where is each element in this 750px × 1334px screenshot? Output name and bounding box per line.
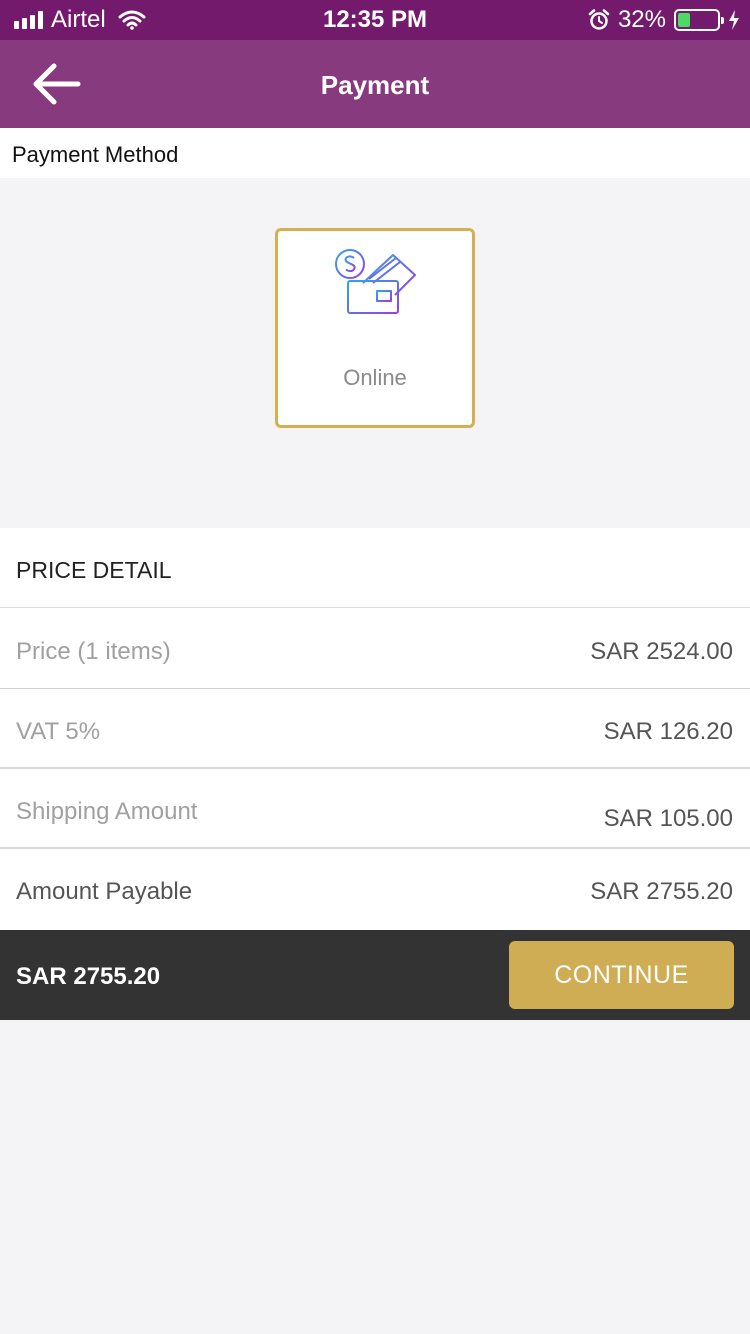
charging-bolt-icon bbox=[729, 10, 739, 30]
price-row-items: Price (1 items) SAR 2524.00 bbox=[0, 609, 750, 689]
price-row-value: SAR 105.00 bbox=[603, 805, 733, 832]
checkout-bar: SAR 2755.20 CONTINUE bbox=[0, 930, 750, 1020]
battery-level bbox=[678, 13, 691, 27]
online-payment-icon bbox=[335, 249, 416, 314]
price-row-label: Amount Payable bbox=[16, 878, 193, 905]
arrow-left-icon bbox=[33, 63, 81, 105]
price-row-value: SAR 2755.20 bbox=[590, 878, 733, 905]
price-row-amount-payable: Amount Payable SAR 2755.20 bbox=[0, 849, 750, 929]
payment-option-online[interactable]: Online bbox=[275, 228, 475, 428]
price-detail-header: PRICE DETAIL bbox=[0, 528, 750, 608]
price-row-shipping: Shipping Amount SAR 105.00 bbox=[0, 769, 750, 849]
back-button[interactable] bbox=[26, 56, 86, 112]
payment-method-header: Payment Method bbox=[0, 128, 750, 178]
price-row-value: SAR 2524.00 bbox=[590, 638, 733, 665]
battery-percent: 32% bbox=[617, 6, 666, 33]
continue-button[interactable]: CONTINUE bbox=[509, 941, 734, 1009]
alarm-clock-icon bbox=[588, 9, 610, 30]
price-row-label: Price (1 items) bbox=[16, 638, 171, 665]
status-right: 32% bbox=[588, 6, 740, 34]
price-row-label: VAT 5% bbox=[16, 718, 101, 745]
price-row-value: SAR 126.20 bbox=[603, 718, 733, 745]
status-bar: Airtel 12:35 PM 32% bbox=[0, 0, 750, 40]
app-bar: Payment bbox=[0, 40, 750, 128]
payment-method-options: Online bbox=[0, 178, 750, 528]
price-detail-title: PRICE DETAIL bbox=[16, 557, 172, 583]
price-detail-section: PRICE DETAIL Price (1 items) SAR 2524.00… bbox=[0, 528, 750, 930]
payment-method-label: Payment Method bbox=[12, 142, 179, 167]
price-row-label: Shipping Amount bbox=[16, 798, 198, 825]
battery-icon bbox=[674, 9, 724, 31]
price-row-vat: VAT 5% SAR 126.20 bbox=[0, 689, 750, 769]
total-amount: SAR 2755.20 bbox=[16, 963, 161, 990]
payment-option-label: Online bbox=[343, 365, 407, 390]
page-title: Payment bbox=[320, 70, 430, 100]
